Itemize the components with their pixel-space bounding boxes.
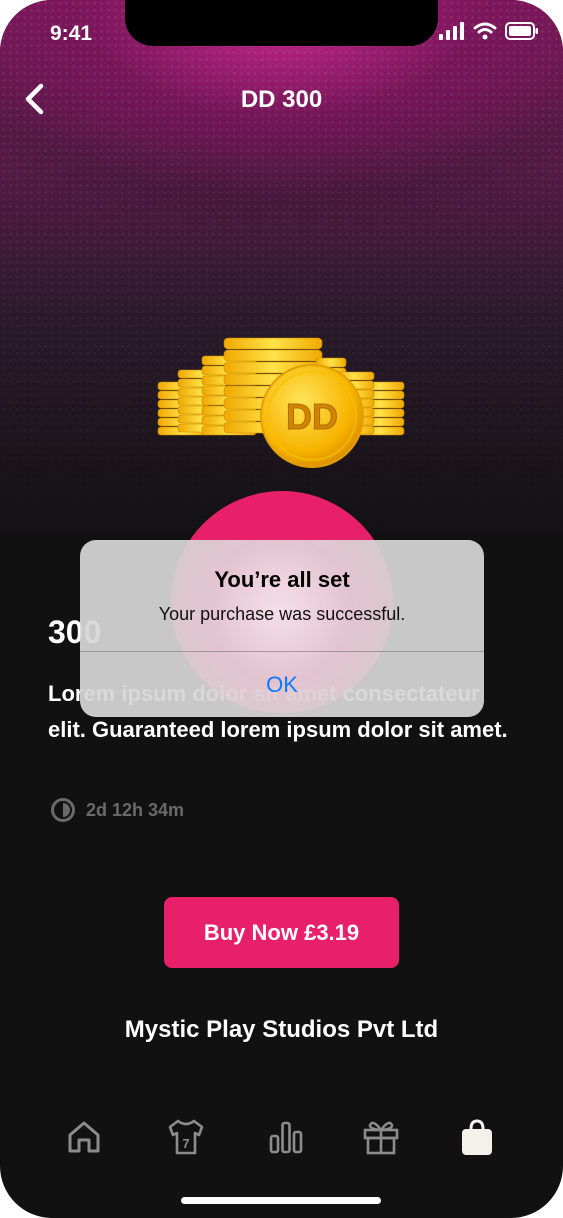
tab-team[interactable]: 7 xyxy=(166,1114,206,1160)
coin-stack-illustration: DD xyxy=(157,337,405,468)
shop-bag-icon xyxy=(462,1119,492,1155)
home-indicator[interactable] xyxy=(181,1197,381,1204)
leaderboard-icon xyxy=(269,1121,303,1154)
battery-icon xyxy=(505,22,538,40)
home-icon xyxy=(68,1121,100,1153)
jersey-icon: 7 xyxy=(168,1119,204,1155)
device-notch xyxy=(125,0,438,46)
alert-ok-button[interactable]: OK xyxy=(80,652,484,717)
dot-pattern-overlay xyxy=(0,0,563,560)
jersey-number: 7 xyxy=(182,1136,189,1151)
coin-label: DD xyxy=(286,396,338,437)
bottom-tab-bar: 7 xyxy=(0,1114,563,1164)
offer-timer: 2d 12h 34m xyxy=(50,797,184,823)
buy-now-button[interactable]: Buy Now £3.19 xyxy=(164,897,399,968)
company-name: Mystic Play Studios Pvt Ltd xyxy=(124,1016,439,1043)
clock-icon xyxy=(51,798,75,822)
status-time: 9:41 xyxy=(50,22,93,45)
alert-message: Your purchase was successful. xyxy=(158,604,406,624)
status-icons xyxy=(439,22,539,40)
alert-title: You’re all set xyxy=(214,567,350,592)
tab-shop[interactable] xyxy=(457,1114,497,1160)
purchase-success-alert: You’re all set Your purchase was success… xyxy=(80,540,484,717)
tab-home[interactable] xyxy=(64,1114,104,1160)
tab-leaderboard[interactable] xyxy=(266,1114,306,1160)
gift-icon xyxy=(363,1121,399,1155)
timer-text: 2d 12h 34m xyxy=(86,799,185,820)
cellular-signal-icon xyxy=(439,22,464,40)
wifi-icon xyxy=(473,22,497,40)
page-title: DD 300 xyxy=(240,86,323,113)
phone-screen: 9:41 DD 300 DD 300 elit. Guaranteed lore… xyxy=(0,0,563,1218)
tab-rewards[interactable] xyxy=(361,1114,401,1160)
